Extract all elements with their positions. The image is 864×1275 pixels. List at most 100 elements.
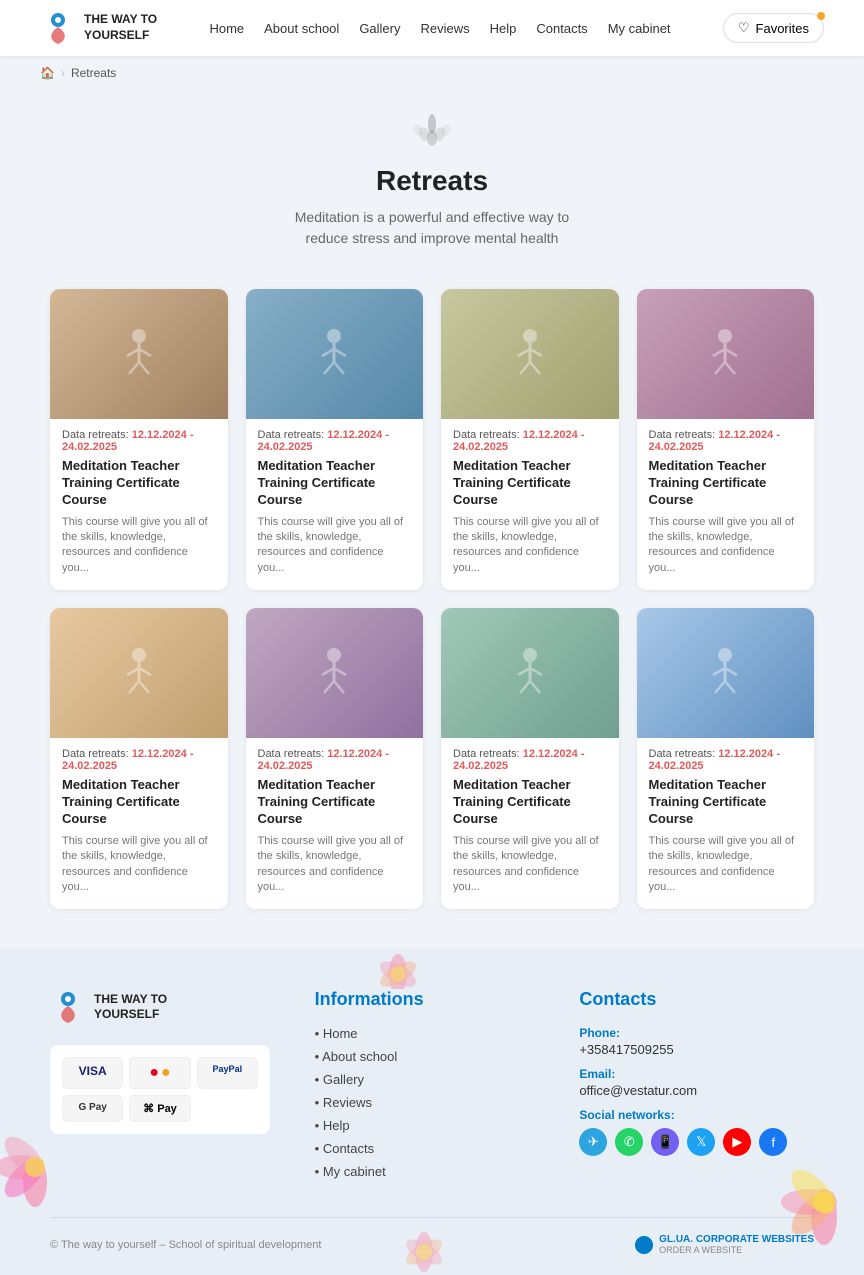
nav-item-reviews[interactable]: Reviews: [421, 21, 470, 36]
card-image: [637, 608, 815, 738]
card-image: [441, 289, 619, 419]
favorites-button[interactable]: ♡ Favorites: [723, 13, 824, 43]
card-description: This course will give you all of the ski…: [649, 515, 803, 577]
logo[interactable]: THE WAY TO YOURSELF: [40, 10, 157, 46]
card-description: This course will give you all of the ski…: [453, 515, 607, 577]
footer: THE WAY TO YOURSELF VISA ●● PayPal G Pay…: [0, 949, 864, 1275]
breadcrumb-separator: ›: [61, 66, 65, 80]
breadcrumb-current: Retreats: [71, 66, 116, 80]
card-date: Data retreats: 12.12.2024 - 24.02.2025: [62, 748, 216, 772]
card-date: Data retreats: 12.12.2024 - 24.02.2025: [649, 748, 803, 772]
card-image: [246, 608, 424, 738]
card-description: This course will give you all of the ski…: [258, 515, 412, 577]
header: THE WAY TO YOURSELF Home About school Gall…: [0, 0, 864, 56]
card-description: This course will give you all of the ski…: [62, 834, 216, 896]
cards-grid: Data retreats: 12.12.2024 - 24.02.2025 Me…: [50, 289, 814, 909]
telegram-icon[interactable]: ✈: [579, 1128, 607, 1156]
dev-logo-icon: [635, 1236, 653, 1254]
retreat-card[interactable]: Data retreats: 12.12.2024 - 24.02.2025 Me…: [246, 608, 424, 909]
retreat-card[interactable]: Data retreats: 12.12.2024 - 24.02.2025 Me…: [441, 289, 619, 590]
footer-link-contacts[interactable]: Contacts: [323, 1141, 374, 1156]
twitter-icon[interactable]: 𝕏: [687, 1128, 715, 1156]
nav-item-gallery[interactable]: Gallery: [359, 21, 400, 36]
card-title: Meditation Teacher Training Certificate …: [62, 777, 216, 828]
retreat-card[interactable]: Data retreats: 12.12.2024 - 24.02.2025 Me…: [50, 608, 228, 909]
email-label: Email:: [579, 1067, 814, 1081]
card-description: This course will give you all of the ski…: [649, 834, 803, 896]
retreat-card[interactable]: Data retreats: 12.12.2024 - 24.02.2025 Me…: [637, 289, 815, 590]
lotus-icon: [412, 110, 452, 150]
facebook-icon[interactable]: f: [759, 1128, 787, 1156]
card-date: Data retreats: 12.12.2024 - 24.02.2025: [258, 748, 412, 772]
phone-value: +358417509255: [579, 1042, 814, 1057]
footer-link-gallery[interactable]: Gallery: [323, 1072, 364, 1087]
nav-item-contacts[interactable]: Contacts: [536, 21, 587, 36]
card-image: [441, 608, 619, 738]
nav-item-about-school[interactable]: About school: [264, 21, 339, 36]
footer-contacts-title: Contacts: [579, 989, 814, 1010]
card-description: This course will give you all of the ski…: [62, 515, 216, 577]
footer-link-help[interactable]: Help: [323, 1118, 350, 1133]
card-title: Meditation Teacher Training Certificate …: [649, 458, 803, 509]
visa-badge: VISA: [62, 1057, 123, 1089]
logo-text: THE WAY TO YOURSELF: [84, 12, 157, 43]
card-image: [50, 289, 228, 419]
nav-item-help[interactable]: Help: [490, 21, 517, 36]
social-icons: ✈ ✆ 📱 𝕏 ▶ f: [579, 1128, 814, 1156]
heart-icon: ♡: [738, 20, 750, 36]
footer-link-about-school[interactable]: About school: [322, 1049, 397, 1064]
page-title: Retreats: [20, 165, 844, 197]
youtube-icon[interactable]: ▶: [723, 1128, 751, 1156]
whatsapp-icon[interactable]: ✆: [615, 1128, 643, 1156]
applepay-badge: ⌘ Pay: [129, 1095, 190, 1122]
main-content: Retreats Meditation is a powerful and ef…: [0, 90, 864, 949]
card-title: Meditation Teacher Training Certificate …: [649, 777, 803, 828]
footer-copyright: © The way to yourself – School of spirit…: [50, 1239, 321, 1251]
footer-logo-text: THE WAY TO YOURSELF: [94, 992, 167, 1023]
retreat-card[interactable]: Data retreats: 12.12.2024 - 24.02.2025Me…: [246, 289, 424, 590]
footer-contacts: Contacts Phone: +358417509255 Email: off…: [579, 989, 814, 1187]
gpay-badge: G Pay: [62, 1095, 123, 1122]
card-title: Meditation Teacher Training Certificate …: [62, 458, 216, 509]
footer-info-links: Home About school Gallery Reviews Help Contac…: [315, 1026, 550, 1179]
main-nav: Home About school Gallery Reviews Help Contac…: [209, 21, 670, 36]
paypal-badge: PayPal: [197, 1057, 258, 1089]
page-title-area: Retreats Meditation is a powerful and ef…: [0, 90, 864, 279]
footer-brand: THE WAY TO YOURSELF VISA ●● PayPal G Pay…: [50, 989, 285, 1187]
footer-link-home[interactable]: Home: [323, 1026, 358, 1041]
card-title: Meditation Teacher Training Certificate …: [258, 777, 412, 828]
retreat-card[interactable]: Data retreats: 12.12.2024 - 24.02.2025Me…: [441, 608, 619, 909]
footer-link-my-cabinet[interactable]: My cabinet: [323, 1164, 386, 1179]
card-image: [637, 289, 815, 419]
social-label: Social networks:: [579, 1108, 814, 1122]
favorites-dot: [817, 12, 825, 20]
dev-sub: ORDER A WEBSITE: [659, 1245, 814, 1255]
logo-icon: [40, 10, 76, 46]
card-date: Data retreats: 12.12.2024 - 24.02.2025: [649, 429, 803, 453]
nav-item-home[interactable]: Home: [209, 21, 244, 36]
footer-link-reviews[interactable]: Reviews: [323, 1095, 372, 1110]
email-value: office@vestatur.com: [579, 1083, 814, 1098]
footer-info: Informations Home About school Gallery Revi…: [315, 989, 550, 1187]
home-icon: 🏠: [40, 66, 55, 80]
card-date: Data retreats: 12.12.2024 - 24.02.2025: [453, 429, 607, 453]
card-title: Meditation Teacher Training Certificate …: [453, 458, 607, 509]
nav-item-my-cabinet[interactable]: My cabinet: [608, 21, 671, 36]
footer-bottom: © The way to yourself – School of spirit…: [50, 1217, 814, 1255]
footer-logo: THE WAY TO YOURSELF: [50, 989, 285, 1025]
footer-top: THE WAY TO YOURSELF VISA ●● PayPal G Pay…: [50, 989, 814, 1187]
retreat-card[interactable]: Data retreats: 12.12.2024 - 24.02.2025 Me…: [637, 608, 815, 909]
favorites-label: Favorites: [756, 21, 809, 36]
retreat-card[interactable]: Data retreats: 12.12.2024 - 24.02.2025Me…: [50, 289, 228, 590]
card-image: [50, 608, 228, 738]
card-description: This course will give you all of the ski…: [258, 834, 412, 896]
viber-icon[interactable]: 📱: [651, 1128, 679, 1156]
phone-label: Phone:: [579, 1026, 814, 1040]
payment-methods: VISA ●● PayPal G Pay ⌘ Pay: [50, 1045, 270, 1134]
footer-info-title: Informations: [315, 989, 550, 1010]
card-date: Data retreats: 12.12.2024 - 24.02.2025: [453, 748, 607, 772]
card-date: Data retreats: 12.12.2024 - 24.02.2025: [258, 429, 412, 453]
card-image: [246, 289, 424, 419]
mastercard-badge: ●●: [129, 1057, 190, 1089]
footer-developer[interactable]: GL.UA. CORPORATE WEBSITES ORDER A WEBSIT…: [635, 1234, 814, 1255]
